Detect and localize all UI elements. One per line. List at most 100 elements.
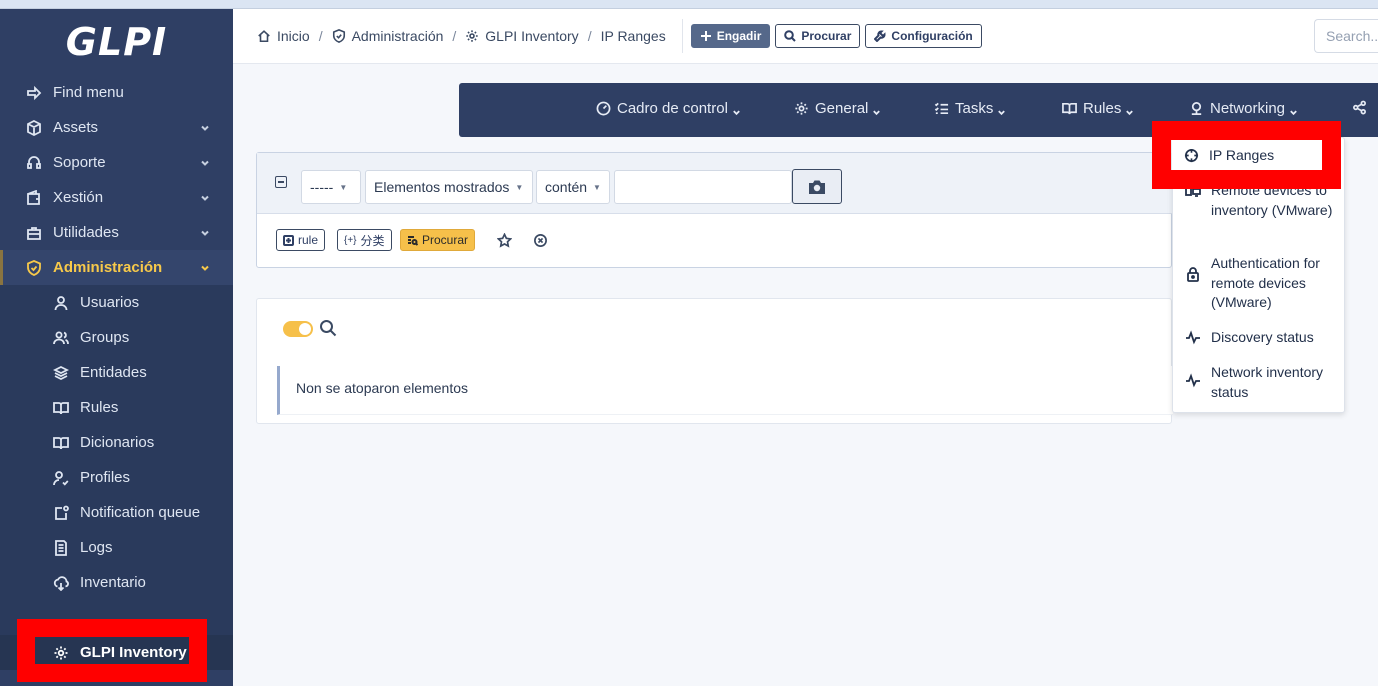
add-rule-button[interactable]: rule	[276, 229, 326, 251]
dropdown-item-authentication[interactable]: Authentication for remote devices (VMwar…	[1185, 254, 1335, 313]
add-button[interactable]: Engadir	[690, 24, 771, 48]
search-submit-button[interactable]: Procurar	[400, 229, 476, 251]
menu-networking[interactable]: Networking	[1189, 100, 1298, 117]
breadcrumb-item-ip-ranges[interactable]: IP Ranges	[601, 28, 666, 44]
chevron-down-icon	[199, 156, 211, 168]
glpi-logo[interactable]: GLPI	[0, 9, 233, 75]
plus-icon	[700, 31, 711, 41]
braces-plus-icon: {+}	[344, 234, 357, 246]
breadcrumb-label: Administración	[351, 28, 444, 44]
breadcrumb-item-glpi-inventory[interactable]: GLPI Inventory	[465, 28, 579, 44]
arrow-right-icon	[25, 84, 43, 102]
dropdown-item-label: Remote devices to inventory (VMware)	[1211, 182, 1333, 218]
chevron-down-icon	[199, 261, 211, 273]
sidebar-item-find-menu[interactable]: Find menu	[0, 75, 233, 110]
sidebar-item-label: Entidades	[80, 364, 147, 381]
configuration-button[interactable]: Configuración	[865, 24, 982, 48]
sidebar-item-entidades[interactable]: Entidades	[0, 355, 233, 390]
sidebar-item-groups[interactable]: Groups	[0, 320, 233, 355]
sidebar-item-profiles[interactable]: Profiles	[0, 460, 233, 495]
menu-label: Tasks	[955, 100, 994, 117]
share-icon	[1353, 100, 1366, 115]
list-check-icon	[934, 102, 949, 115]
pulse-icon	[1185, 329, 1201, 345]
dropdown-item-network-inventory-status[interactable]: Network inventory status	[1185, 363, 1335, 402]
search-criteria-panel: ----- ▼ Elementos mostrados ▼ contén ▼ rule…	[256, 152, 1173, 268]
sidebar-item-label: Notification queue	[80, 504, 201, 521]
breadcrumb-label: IP Ranges	[600, 28, 666, 44]
sidebar-item-label: Profiles	[80, 469, 131, 486]
sidebar-item-administracion[interactable]: Administración	[0, 250, 233, 285]
sidebar-item-logs[interactable]: Logs	[0, 530, 233, 565]
menu-label: Networking	[1210, 100, 1286, 117]
menu-cadro-de-control[interactable]: Cadro de control	[596, 100, 741, 117]
breadcrumb-separator: /	[587, 28, 592, 44]
camera-button[interactable]	[792, 169, 842, 204]
camera-icon	[809, 180, 825, 194]
sidebar-item-notification-queue[interactable]: Notification queue	[0, 495, 233, 530]
condition-select[interactable]: contén ▼	[536, 170, 610, 204]
sidebar-item-label: Groups	[80, 329, 130, 346]
items-displayed-select[interactable]: Elementos mostrados ▼	[365, 170, 533, 204]
field-select[interactable]: ----- ▼	[301, 170, 361, 204]
gear-icon	[52, 644, 70, 662]
display-toggle[interactable]	[283, 321, 313, 337]
sidebar-item-xestion[interactable]: Xestión	[0, 180, 233, 215]
configuration-button-label: Configuración	[891, 29, 973, 43]
sidebar-item-rules[interactable]: Rules	[0, 390, 233, 425]
plus-square-icon	[283, 234, 294, 246]
results-panel: Non se atoparon elementos	[256, 298, 1173, 424]
rule-label: rule	[298, 233, 319, 247]
sidebar-item-utilidades[interactable]: Utilidades	[0, 215, 233, 250]
sidebar-item-label: Rules	[80, 399, 119, 416]
chevron-down-icon	[1289, 104, 1298, 116]
search-icon[interactable]	[319, 319, 337, 337]
breadcrumb-item-administracion[interactable]: Administración	[332, 28, 444, 44]
dropdown-item-discovery-status[interactable]: Discovery status	[1185, 328, 1335, 348]
chevron-down-icon	[997, 104, 1006, 116]
sidebar-item-label: Assets	[53, 119, 99, 136]
sidebar-item-partial	[0, 600, 233, 622]
menu-more[interactable]	[1352, 100, 1373, 115]
global-search-input[interactable]: Search...	[1314, 19, 1378, 53]
star-icon[interactable]	[496, 232, 513, 248]
menu-general[interactable]: General	[794, 100, 881, 117]
sidebar-item-usuarios[interactable]: Usuarios	[0, 285, 233, 320]
search-value-input[interactable]	[614, 170, 792, 204]
dropdown-item-ip-ranges[interactable]: IP Ranges	[1172, 140, 1322, 170]
sidebar-item-label: Soporte	[53, 154, 106, 171]
sidebar-item-label: GLPI Inventory	[80, 644, 187, 661]
menu-rules[interactable]: Rules	[1062, 100, 1134, 117]
breadcrumb-item-inicio[interactable]: Inicio	[257, 28, 310, 44]
add-group-button[interactable]: {+} 分类	[337, 229, 392, 251]
sidebar-item-inventario[interactable]: Inventario	[0, 565, 233, 600]
remove-criteria-icon[interactable]	[275, 176, 287, 188]
reset-circle-icon[interactable]	[533, 233, 548, 248]
items-select-value: Elementos mostrados	[374, 179, 510, 195]
sidebar-item-assets[interactable]: Assets	[0, 110, 233, 145]
sidebar-item-dicionarios[interactable]: Dicionarios	[0, 425, 233, 460]
sidebar-item-label: Logs	[80, 539, 113, 556]
dropdown-item-label: Authentication for remote devices (VMwar…	[1211, 255, 1320, 310]
menu-tasks[interactable]: Tasks	[934, 100, 1006, 117]
shield-check-icon	[25, 259, 43, 277]
breadcrumb-separator: /	[452, 28, 457, 44]
user-icon	[52, 294, 70, 312]
breadcrumb-label: GLPI Inventory	[485, 28, 579, 44]
search-button[interactable]: Procurar	[775, 24, 861, 48]
gear-icon	[466, 30, 478, 42]
sidebar-item-label: Find menu	[53, 84, 124, 101]
crosshair-icon	[1184, 148, 1199, 162]
notification-icon	[52, 504, 70, 522]
sidebar-item-soporte[interactable]: Soporte	[0, 145, 233, 180]
sidebar-item-glpi-inventory[interactable]: GLPI Inventory	[0, 635, 233, 670]
dropdown-item-remote-devices[interactable]: Remote devices to inventory (VMware)	[1185, 181, 1335, 220]
sidebar-item-label: Xestión	[53, 189, 104, 206]
user-check-icon	[52, 469, 70, 487]
caret-down-icon: ▼	[515, 182, 524, 192]
cloud-download-icon	[52, 574, 70, 592]
layers-icon	[52, 364, 70, 382]
log-icon	[52, 539, 70, 557]
breadcrumb: Inicio / Administración / GLPI Inventory…	[233, 28, 666, 44]
lock-icon	[1185, 266, 1201, 282]
